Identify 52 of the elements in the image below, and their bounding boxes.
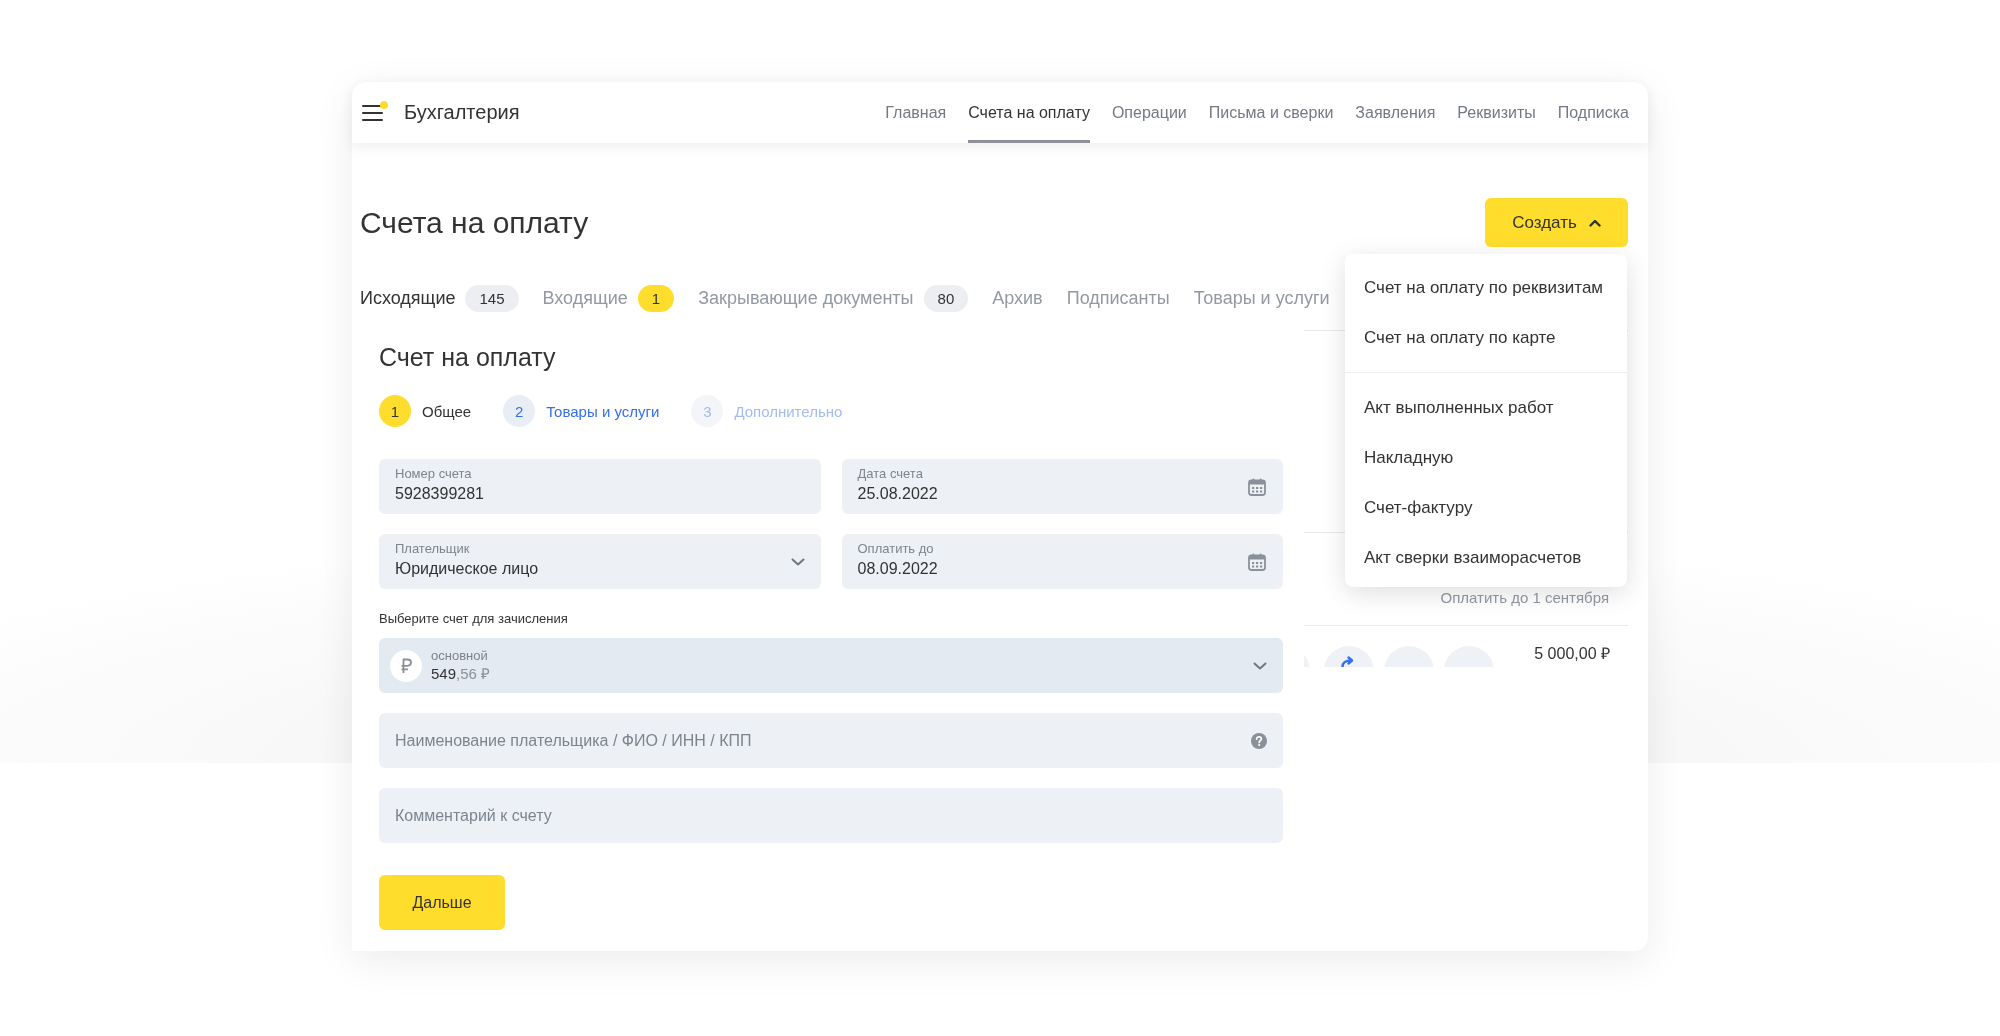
caret-up-icon — [1588, 218, 1601, 227]
account-label: Выберите счет для зачисления — [379, 611, 569, 627]
tab[interactable]: Закрывающие документы 80 — [698, 278, 969, 318]
page-title: Счета на оплату — [360, 205, 589, 240]
step-number: 3 — [691, 395, 724, 427]
app-title: Бухгалтерия — [404, 101, 520, 124]
field-label: Оплатить до — [857, 541, 934, 557]
amount-text: 5 000,00 ₽ — [1534, 644, 1610, 664]
step-label[interactable]: Товары и услуги — [546, 402, 660, 420]
round-button[interactable] — [1324, 646, 1374, 667]
input-field[interactable]: Комментарий к счету — [379, 788, 1283, 843]
menu-item[interactable]: Счет-фактуру — [1345, 483, 1627, 533]
next-button[interactable]: Дальше — [379, 875, 505, 930]
nav-link[interactable]: Письма и сверки — [1208, 82, 1334, 143]
nav-link[interactable]: Главная — [885, 82, 947, 143]
form-title: Счет на оплату — [379, 342, 557, 373]
curved-arrow-icon — [1341, 656, 1354, 667]
tab[interactable]: Входящие 1 — [542, 278, 675, 318]
nav-link[interactable]: Заявления — [1355, 82, 1436, 143]
menu-item[interactable]: Накладную — [1345, 433, 1627, 483]
chevron-down-icon — [1253, 661, 1267, 670]
step-label[interactable]: Общее — [422, 402, 472, 420]
input-field[interactable]: Наименование плательщика / ФИО / ИНН / КПП — [379, 713, 1283, 768]
calendar-icon — [1247, 551, 1267, 572]
nav-link[interactable]: Подписка — [1557, 82, 1629, 143]
nav-link[interactable]: Реквизиты — [1457, 82, 1536, 143]
nav-link[interactable]: Счета на оплату — [968, 82, 1090, 143]
count-badge: 1 — [637, 284, 675, 312]
menu-button[interactable] — [362, 100, 388, 121]
field-label: Дата счета — [857, 466, 923, 482]
notification-dot-icon — [380, 100, 388, 109]
menu-item[interactable]: Счет на оплату по реквизитам — [1345, 263, 1627, 313]
menu-item[interactable]: Акт сверки взаиморасчетов — [1345, 533, 1627, 583]
count-badge: 80 — [923, 284, 969, 312]
create-button[interactable]: Создать — [1485, 198, 1628, 247]
tab[interactable]: Исходящие 145 — [360, 278, 519, 318]
field-label: Номер счета — [395, 466, 472, 482]
step-number: 1 — [379, 395, 411, 427]
account-select[interactable]: основной 549,56 ₽ — [379, 638, 1283, 693]
help-icon — [1251, 732, 1267, 749]
nav-link[interactable]: Операции — [1111, 82, 1187, 143]
menu-icon — [362, 104, 383, 121]
calendar-icon — [1247, 476, 1267, 497]
due-date-text: Оплатить до 1 сентября — [1440, 589, 1609, 607]
menu-item[interactable]: Счет на оплату по карте — [1345, 313, 1627, 363]
chevron-down-icon — [790, 557, 805, 566]
menu-item[interactable]: Акт выполненных работ — [1345, 383, 1627, 433]
step-number: 2 — [503, 395, 536, 427]
count-badge: 145 — [465, 284, 519, 312]
field-label: Плательщик — [395, 541, 470, 557]
ruble-icon — [390, 649, 422, 682]
step-label: Дополнительно — [734, 402, 843, 420]
